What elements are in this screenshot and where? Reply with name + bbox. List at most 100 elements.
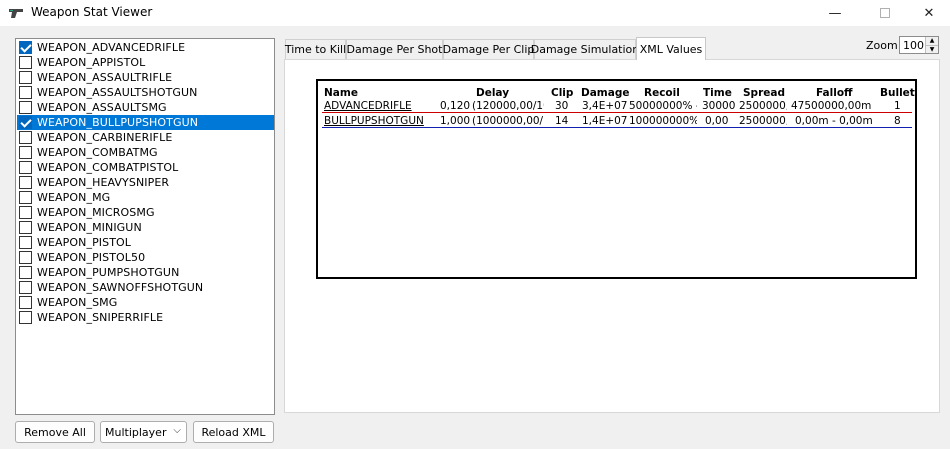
weapon-checkbox[interactable]	[19, 236, 32, 249]
zoom-value: 100	[903, 38, 924, 52]
weapon-checkbox[interactable]	[19, 86, 32, 99]
weapon-checkbox[interactable]	[19, 116, 32, 129]
cell-delay-detail: (1000000,00/1	[472, 115, 544, 127]
cell-falloff: 47500000,00m -	[791, 100, 873, 112]
tab-damage-simulation[interactable]: Damage Simulation	[531, 39, 639, 59]
weapon-checkbox[interactable]	[19, 101, 32, 114]
close-button[interactable]: ✕	[906, 0, 950, 26]
weapon-checkbox[interactable]	[19, 281, 32, 294]
cell-name: ADVANCEDRIFLE	[324, 100, 412, 112]
header-recoil: Recoil	[644, 87, 680, 99]
weapon-checkbox[interactable]	[19, 131, 32, 144]
window-title: Weapon Stat Viewer	[31, 5, 153, 19]
weapon-checkbox[interactable]	[19, 296, 32, 309]
weapon-list-item[interactable]: WEAPON_CARBINERIFLE	[17, 130, 274, 145]
tab-damage-per-clip[interactable]: Damage Per Clip	[443, 39, 534, 59]
weapon-label: WEAPON_MICROSMG	[37, 206, 155, 219]
weapon-list-item[interactable]: WEAPON_ASSAULTSMG	[17, 100, 274, 115]
cell-spread: 2500000,	[739, 115, 787, 127]
weapon-label: WEAPON_BULLPUPSHOTGUN	[37, 116, 199, 129]
weapon-label: WEAPON_ASSAULTSMG	[37, 101, 167, 114]
weapon-checkbox[interactable]	[19, 161, 32, 174]
weapon-list-item[interactable]: WEAPON_SNIPERRIFLE	[17, 310, 274, 325]
close-icon: ✕	[923, 5, 935, 21]
weapon-label: WEAPON_COMBATMG	[37, 146, 158, 159]
cell-clip: 14	[555, 115, 569, 127]
cell-damage: 1,4E+07	[582, 115, 628, 127]
cell-delay-detail: (120000,00/10	[472, 100, 544, 112]
cell-name: BULLPUPSHOTGUN	[324, 115, 424, 127]
weapon-checkbox[interactable]	[19, 311, 32, 324]
row-underline	[322, 112, 912, 113]
weapon-label: WEAPON_MG	[37, 191, 111, 204]
weapon-checkbox[interactable]	[19, 41, 32, 54]
weapon-label: WEAPON_MINIGUN	[37, 221, 142, 234]
weapon-list-item[interactable]: WEAPON_ADVANCEDRIFLE	[17, 40, 274, 55]
weapon-checklist[interactable]: WEAPON_ADVANCEDRIFLE WEAPON_APPISTOL WEAPO…	[15, 38, 275, 415]
weapon-list-item[interactable]: WEAPON_BULLPUPSHOTGUN	[17, 115, 274, 130]
mode-select-value: Multiplayer	[105, 425, 167, 439]
minimize-button[interactable]: —	[812, 0, 858, 26]
header-clip: Clip	[551, 87, 574, 99]
weapon-list-item[interactable]: WEAPON_SMG	[17, 295, 274, 310]
cell-bullet: 8	[894, 115, 901, 127]
weapon-list-item[interactable]: WEAPON_SAWNOFFSHOTGUN	[17, 280, 274, 295]
cell-delay: 1,000	[440, 115, 471, 127]
cell-bullet: 1	[894, 100, 901, 112]
weapon-list-item[interactable]: WEAPON_HEAVYSNIPER	[17, 175, 274, 190]
weapon-checkbox[interactable]	[19, 191, 32, 204]
weapon-label: WEAPON_ASSAULTRIFLE	[37, 71, 173, 84]
weapon-label: WEAPON_COMBATPISTOL	[37, 161, 179, 174]
maximize-button[interactable]	[862, 0, 908, 26]
weapon-list-item[interactable]: WEAPON_ASSAULTSHOTGUN	[17, 85, 274, 100]
cell-time: 0,00	[705, 115, 729, 127]
weapon-list-item[interactable]: WEAPON_MICROSMG	[17, 205, 274, 220]
zoom-down-icon[interactable]: ▼	[926, 45, 938, 53]
cell-clip: 30	[555, 100, 569, 112]
zoom-stepper[interactable]: 100 ▲ ▼	[899, 36, 939, 54]
weapon-label: WEAPON_PISTOL	[37, 236, 132, 249]
header-falloff: Falloff	[816, 87, 853, 99]
weapon-checkbox[interactable]	[19, 176, 32, 189]
header-bullet: Bullet	[880, 87, 915, 99]
tab-xml-values[interactable]: XML Values	[636, 37, 706, 60]
weapon-label: WEAPON_PISTOL50	[37, 251, 146, 264]
weapon-checkbox[interactable]	[19, 251, 32, 264]
cell-spread: 2500000,	[739, 100, 787, 112]
chevron-down-icon: ⌵	[173, 425, 181, 436]
tab-damage-per-shot[interactable]: Damage Per Shot	[346, 39, 443, 59]
weapon-label: WEAPON_SNIPERRIFLE	[37, 311, 164, 324]
weapon-list-item[interactable]: WEAPON_PISTOL	[17, 235, 274, 250]
row-underline	[322, 127, 912, 128]
weapon-checkbox[interactable]	[19, 206, 32, 219]
weapon-checkbox[interactable]	[19, 266, 32, 279]
weapon-label: WEAPON_SAWNOFFSHOTGUN	[37, 281, 204, 294]
weapon-list-item[interactable]: WEAPON_MINIGUN	[17, 220, 274, 235]
cell-recoil: 50000000% -	[629, 100, 697, 112]
minimize-icon: —	[828, 5, 842, 21]
cell-falloff: 0,00m - 0,00m	[795, 115, 873, 127]
weapon-list-item[interactable]: WEAPON_PISTOL50	[17, 250, 274, 265]
zoom-label: Zoom:	[866, 39, 902, 52]
weapon-list-item[interactable]: WEAPON_COMBATMG	[17, 145, 274, 160]
weapon-checkbox[interactable]	[19, 146, 32, 159]
header-delay: Delay	[476, 87, 510, 99]
weapon-list-item[interactable]: WEAPON_COMBATPISTOL	[17, 160, 274, 175]
weapon-label: WEAPON_ADVANCEDRIFLE	[37, 41, 186, 54]
weapon-checkbox[interactable]	[19, 221, 32, 234]
zoom-up-icon[interactable]: ▲	[926, 37, 938, 46]
weapon-checkbox[interactable]	[19, 71, 32, 84]
gun-icon	[9, 9, 23, 18]
cell-damage: 3,4E+07	[582, 100, 628, 112]
weapon-label: WEAPON_ASSAULTSHOTGUN	[37, 86, 198, 99]
remove-all-button[interactable]: Remove All	[15, 421, 95, 443]
weapon-checkbox[interactable]	[19, 56, 32, 69]
weapon-list-item[interactable]: WEAPON_MG	[17, 190, 274, 205]
reload-xml-button[interactable]: Reload XML	[193, 421, 274, 443]
mode-select[interactable]: Multiplayer ⌵	[100, 421, 187, 443]
weapon-list-item[interactable]: WEAPON_ASSAULTRIFLE	[17, 70, 274, 85]
weapon-label: WEAPON_CARBINERIFLE	[37, 131, 173, 144]
weapon-list-item[interactable]: WEAPON_APPISTOL	[17, 55, 274, 70]
tab-time-to-kill[interactable]: Time to Kill	[285, 39, 346, 59]
weapon-list-item[interactable]: WEAPON_PUMPSHOTGUN	[17, 265, 274, 280]
